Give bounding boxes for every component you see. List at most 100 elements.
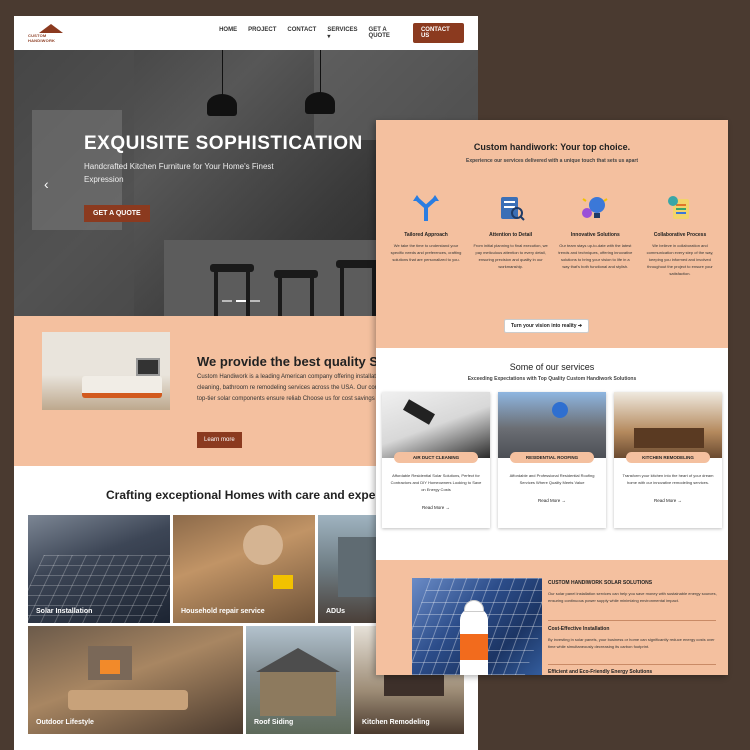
vision-button-label: Turn your vision into reality (511, 323, 577, 329)
nav-get-quote[interactable]: GET A QUOTE (369, 27, 395, 40)
why-us-title: Custom handiwork: Your top choice. (473, 142, 631, 152)
feature-item: Tailored Approach We take the time to un… (388, 190, 464, 277)
tile-outdoor-lifestyle[interactable]: Outdoor Lifestyle (28, 626, 243, 734)
duct-hose (403, 399, 435, 425)
air-duct-image (382, 392, 490, 458)
tile-label: Solar Installation (36, 608, 93, 615)
learn-more-button[interactable]: Learn more (197, 432, 242, 448)
lightbulb-gear-icon (557, 190, 633, 226)
roofing-image (498, 392, 606, 458)
roof-shape (256, 648, 340, 672)
lamp-cord (222, 50, 223, 96)
tile-solar-installation[interactable]: Solar Installation (28, 515, 170, 623)
service-badge: KITCHEN REMODELING (626, 452, 710, 463)
tile-household-repair[interactable]: Household repair service (173, 515, 315, 623)
chevron-down-icon: ▾ (327, 33, 331, 40)
feature-title: Attention to Detail (489, 232, 533, 238)
carousel-dots (222, 300, 260, 302)
solar-section: CUSTOM HANDIWORK SOLAR SOLUTIONS Our sol… (376, 560, 728, 675)
kitchen-cabinets (634, 428, 704, 448)
features-page: Custom handiwork: Your top choice. Exper… (376, 120, 728, 675)
feature-text: We take the time to understand your spec… (390, 243, 462, 262)
clipboard-search-icon (473, 190, 549, 226)
feature-title: Innovative Solutions (570, 232, 620, 238)
tile-label: ADUs (326, 608, 346, 615)
feature-text: Our team stays up-to-date with the lates… (558, 243, 633, 269)
solar-worker-image (412, 578, 542, 675)
hero-subtitle: Handcrafted Kitchen Furniture for Your H… (84, 162, 274, 184)
service-badge: RESIDENTIAL ROOFING (510, 452, 594, 463)
fire (100, 660, 120, 674)
cost-text: By investing in solar panels, your busin… (548, 637, 715, 649)
stool-leg (246, 270, 250, 316)
eco-title: Efficient and Eco-Friendly Energy Soluti… (548, 669, 653, 675)
logo[interactable]: CUSTOM HANDIWORK (28, 23, 73, 43)
carousel-dot[interactable] (222, 300, 232, 302)
solar-title: CUSTOM HANDIWORK SOLAR SOLUTIONS (548, 580, 653, 586)
nav-project[interactable]: PROJECT (248, 27, 276, 40)
safety-vest (460, 634, 488, 660)
stool-leg (310, 276, 314, 316)
feature-item: Attention to Detail From initial plannin… (473, 190, 549, 277)
feature-list: Tailored Approach We take the time to un… (388, 190, 718, 277)
document-gear-icon (642, 190, 718, 226)
fireplace (136, 358, 160, 376)
feature-item: Collaborative Process We believe in coll… (642, 190, 718, 277)
kitchen-image (614, 392, 722, 458)
hero-title: EXQUISITE SOPHISTICATION (84, 133, 363, 154)
read-more-link[interactable]: Read More → (614, 498, 722, 503)
lamp-cord (320, 50, 321, 94)
why-us-subtitle: Experience our services delivered with a… (466, 158, 638, 164)
outdoor-sofa (68, 690, 188, 710)
pendant-lamp-icon (305, 92, 335, 114)
tile-label: Outdoor Lifestyle (36, 719, 94, 726)
service-text: Affordable Residential Solar Solutions, … (390, 473, 482, 492)
services-cards: AIR DUCT CLEANING Affordable Residential… (376, 392, 728, 528)
nav-services-label: SERVICES (327, 26, 358, 33)
carousel-dot[interactable] (236, 300, 246, 302)
worker-figure (243, 525, 283, 565)
split-arrows-icon (388, 190, 464, 226)
tile-roof-siding[interactable]: Roof Siding (246, 626, 351, 734)
nav-contact[interactable]: CONTACT (287, 27, 316, 40)
living-room-image (42, 332, 170, 410)
carousel-prev-icon[interactable]: ‹ (44, 176, 49, 192)
house-logo-icon (38, 23, 63, 33)
read-more-link[interactable]: Read More → (498, 498, 606, 503)
service-text: Transform your kitchen into the heart of… (622, 473, 714, 485)
tile-label: Household repair service (181, 608, 265, 615)
feature-title: Tailored Approach (404, 232, 448, 238)
worker-figure (552, 402, 568, 418)
feature-item: Innovative Solutions Our team stays up-t… (557, 190, 633, 277)
tile-label: Kitchen Remodeling (362, 719, 430, 726)
service-card-roofing[interactable]: RESIDENTIAL ROOFING Affordable and Profe… (498, 392, 606, 528)
nav-home[interactable]: HOME (219, 27, 237, 40)
service-card-kitchen[interactable]: KITCHEN REMODELING Transform your kitche… (614, 392, 722, 528)
service-text: Affordable and Professional Residential … (509, 473, 595, 485)
stool-leg (340, 266, 344, 316)
feature-text: From initial planning to final execution… (473, 243, 548, 269)
services-subtitle: Exceeding Expectations with Top Quality … (467, 376, 637, 382)
hero-get-quote-button[interactable]: GET A QUOTE (84, 205, 150, 222)
services-title: Some of our services (509, 362, 595, 372)
stool-leg (278, 276, 282, 316)
solar-text: Our solar panel installation services ca… (548, 591, 717, 603)
vision-button[interactable]: Turn your vision into reality ➔ (504, 319, 590, 333)
read-more-link[interactable]: Read More → (382, 505, 490, 510)
nav-links: HOME PROJECT CONTACT SERVICES ▾ GET A QU… (219, 27, 395, 40)
house-siding (260, 672, 336, 716)
arrow-right-circle-icon: ➔ (577, 323, 583, 329)
stool-leg (214, 270, 218, 316)
divider (548, 620, 716, 621)
carousel-dot[interactable] (250, 300, 260, 302)
why-us-section: Custom handiwork: Your top choice. Exper… (376, 120, 728, 348)
divider (548, 664, 716, 665)
about-title: We provide the best quality Se (197, 354, 386, 369)
service-badge: AIR DUCT CLEANING (394, 452, 478, 463)
service-card-air-duct[interactable]: AIR DUCT CLEANING Affordable Residential… (382, 392, 490, 528)
tool-icon (273, 575, 293, 589)
nav-services[interactable]: SERVICES ▾ (327, 27, 357, 40)
contact-us-button[interactable]: CONTACT US (412, 23, 464, 43)
top-nav: CUSTOM HANDIWORK HOME PROJECT CONTACT SE… (14, 16, 478, 50)
logo-text: CUSTOM HANDIWORK (28, 32, 56, 43)
